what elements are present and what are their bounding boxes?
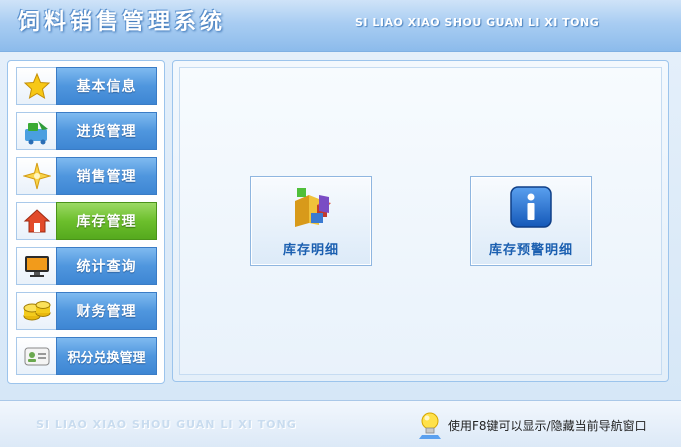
tile-label: 库存明细 bbox=[282, 243, 339, 258]
navigation-hint: 使用F8键可以显示/隐藏当前导航窗口 bbox=[418, 411, 647, 439]
sidebar-item-inventory[interactable]: 库存管理 bbox=[16, 202, 157, 240]
info-icon bbox=[509, 185, 553, 229]
sidebar-item-statistics[interactable]: 统计查询 bbox=[16, 247, 157, 285]
sidebar-item-label: 进货管理 bbox=[56, 112, 157, 150]
app-title: 饲料销售管理系统 bbox=[18, 10, 227, 35]
main-panel: 库存明细 库存预警明细 bbox=[172, 60, 669, 382]
sidebar-item-label: 统计查询 bbox=[56, 247, 157, 285]
body-area: 基本信息 进货管理 销售管理 库存管理 统计查询 财务管理 积分兑换管理 库存明… bbox=[0, 52, 681, 400]
tile-label: 库存预警明细 bbox=[488, 243, 573, 258]
sparkle-star-icon bbox=[16, 157, 56, 195]
sidebar-item-label: 财务管理 bbox=[56, 292, 157, 330]
app-subtitle: SI LIAO XIAO SHOU GUAN LI XI TONG bbox=[355, 16, 600, 29]
footer-watermark: SI LIAO XIAO SHOU GUAN LI XI TONG bbox=[36, 418, 297, 431]
sidebar-item-basic-info[interactable]: 基本信息 bbox=[16, 67, 157, 105]
sidebar-item-purchase[interactable]: 进货管理 bbox=[16, 112, 157, 150]
sidebar-item-label: 销售管理 bbox=[56, 157, 157, 195]
app-header: 饲料销售管理系统 SI LIAO XIAO SHOU GUAN LI XI TO… bbox=[0, 0, 681, 52]
lightbulb-icon bbox=[418, 411, 442, 439]
star-icon bbox=[16, 67, 56, 105]
inventory-blocks-icon bbox=[289, 185, 333, 229]
coins-icon bbox=[16, 292, 56, 330]
status-bar: SI LIAO XIAO SHOU GUAN LI XI TONG 使用F8键可… bbox=[0, 400, 681, 447]
hint-text: 使用F8键可以显示/隐藏当前导航窗口 bbox=[448, 418, 647, 433]
member-card-icon bbox=[16, 337, 56, 375]
inventory-detail-button[interactable]: 库存明细 bbox=[250, 176, 372, 266]
sidebar-item-label: 基本信息 bbox=[56, 67, 157, 105]
sidebar-item-sales[interactable]: 销售管理 bbox=[16, 157, 157, 195]
sidebar-item-finance[interactable]: 财务管理 bbox=[16, 292, 157, 330]
house-icon bbox=[16, 202, 56, 240]
purchase-icon bbox=[16, 112, 56, 150]
inventory-warning-detail-button[interactable]: 库存预警明细 bbox=[470, 176, 592, 266]
main-content: 库存明细 库存预警明细 bbox=[179, 67, 662, 375]
sidebar-item-points-exchange[interactable]: 积分兑换管理 bbox=[16, 337, 157, 375]
sidebar-item-label: 库存管理 bbox=[56, 202, 157, 240]
sidebar-nav: 基本信息 进货管理 销售管理 库存管理 统计查询 财务管理 积分兑换管理 bbox=[7, 60, 165, 384]
sidebar-item-label: 积分兑换管理 bbox=[56, 337, 157, 375]
monitor-icon bbox=[16, 247, 56, 285]
